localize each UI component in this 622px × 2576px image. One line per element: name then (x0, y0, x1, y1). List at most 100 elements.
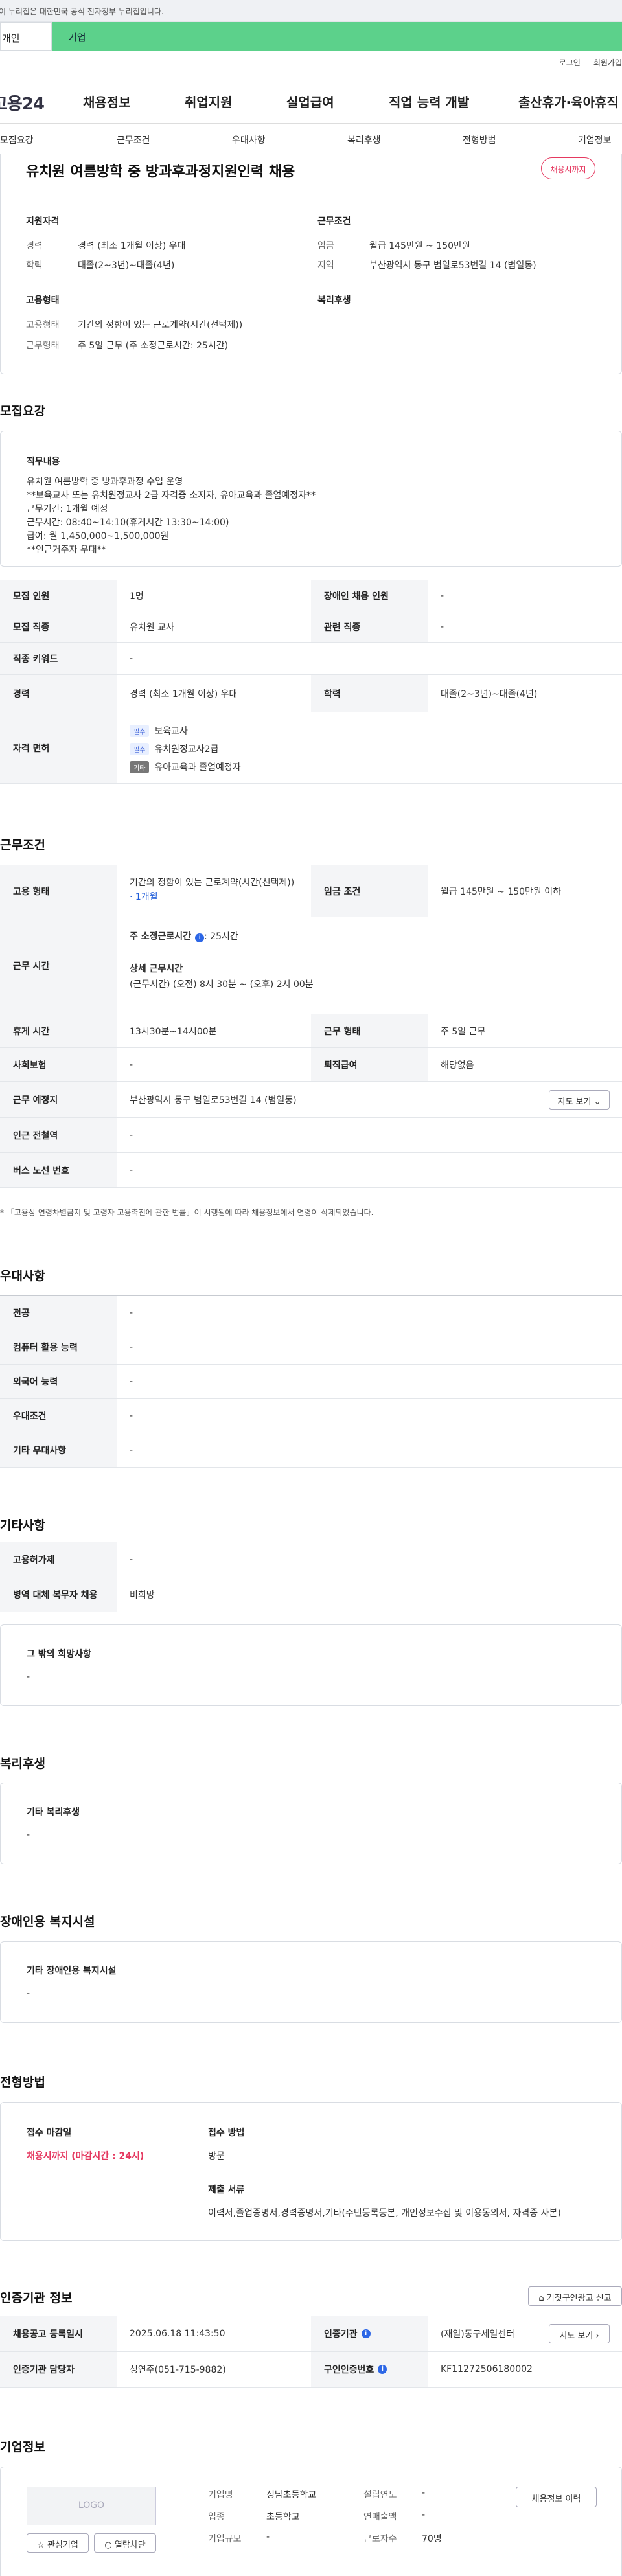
welfare-heading: 복리후생 (0, 1757, 45, 1771)
tab-preference[interactable]: 우대사항 (232, 133, 266, 146)
company-logo: LOGO (27, 2487, 156, 2525)
gnb-employment-support[interactable]: 취업지원 (185, 92, 233, 111)
recruit-heading: 모집요강 (0, 404, 45, 418)
map-button[interactable]: 지도 보기 ⌄ (549, 1090, 610, 1110)
sales-key: 연매출액 (363, 2512, 397, 2522)
screening-heading: 전형방법 (0, 2075, 45, 2090)
signup-link[interactable]: 회원가입 (593, 58, 622, 67)
sales-value: - (422, 2510, 426, 2520)
login-link[interactable]: 로그인 (559, 58, 581, 67)
table-row: 사회보험 - 퇴직급여 해당없음 (0, 1048, 622, 1082)
info-icon[interactable]: i (361, 2329, 371, 2338)
no-value: KF11272506180002 (441, 2364, 533, 2375)
disability-value: - (27, 1989, 30, 1999)
license-name: 유아교육과 졸업예정자 (154, 762, 241, 773)
disability-title: 기타 장애인용 복지시설 (27, 1966, 117, 1976)
license-tag: 필수 (130, 743, 150, 755)
tab-personal[interactable]: 개인 (0, 22, 52, 51)
gnb-parental-leave[interactable]: 출산휴가·육아휴직 (518, 92, 619, 111)
home-icon: ⌂ (538, 2294, 544, 2303)
star-icon: ☆ (37, 2540, 45, 2550)
company-card: LOGO ☆ 관심기업 ○ 열람차단 기업명 성남초등학교 설립연도 - 업종 … (0, 2467, 622, 2576)
table-row: 모집 인원 1명 장애인 채용 인원 - (0, 580, 622, 611)
gnb-vocational-training[interactable]: 직업 능력 개발 (389, 92, 469, 111)
career-value: 경력 (최소 1개월 이상) 우대 (78, 241, 186, 251)
license-list: 필수 보육교사 필수 유치원정교사2급 기타 유아교육과 졸업예정자 (117, 712, 622, 783)
org-map-button[interactable]: 지도 보기 › (549, 2324, 610, 2343)
method-title: 접수 방법 (208, 2128, 245, 2138)
bus-value: - (130, 1165, 133, 1176)
gnb-jobs[interactable]: 채용정보 (83, 92, 131, 111)
etc-value: 비희망 (130, 1590, 155, 1601)
wage-value: 월급 145만원 ~ 150만원 이하 (441, 886, 562, 897)
history-button[interactable]: 채용정보 이력 (516, 2487, 597, 2507)
year-key: 설립연도 (363, 2490, 397, 2500)
user-type-tabs: 개인 기업 (0, 22, 622, 51)
report-button-label: 거짓구인광고 신고 (546, 2294, 612, 2303)
deadline-title: 접수 마감일 (27, 2128, 72, 2138)
welfare-title: 복리후생 (317, 295, 351, 306)
recruit-table: 모집 인원 1명 장애인 채용 인원 - 모집 직종 유치원 교사 관련 직종 … (0, 580, 622, 787)
welfare-card: 기타 복리후생 - (0, 1783, 622, 1864)
table-row: 채용공고 등록일시 2025.06.18 11:43:50 인증기관 i (재일)… (0, 2316, 622, 2352)
detail-value: (근무시간) (오전) 8시 30분 ~ (오후) 2시 00분 (130, 979, 314, 990)
etc-key: 고용허가제 (0, 1542, 117, 1577)
headcount-key: 모집 인원 (0, 580, 117, 611)
docs-value: 이력서,졸업증명서,경력증명서,기타(주민등록등본, 개인정보수집 및 이용동의… (208, 2208, 561, 2218)
section-tabs: 모집요강 근무조건 우대사항 복리후생 전형방법 기업정보 (0, 123, 622, 154)
name-value: 성남초등학교 (266, 2490, 317, 2500)
deadline-value: 채용시까지 (마감시간 : 24시) (27, 2151, 144, 2161)
reg-key: 채용공고 등록일시 (0, 2316, 117, 2351)
table-row: 자격 면허 필수 보육교사 필수 유치원정교사2급 기타 유아교육과 졸업예정자 (0, 712, 622, 784)
license-tag: 필수 (130, 725, 150, 737)
tab-company[interactable]: 기업 (52, 22, 622, 51)
main-nav: 고용24 채용정보 취업지원 실업급여 직업 능력 개발 출산휴가·육아휴직 (0, 78, 622, 123)
screening-card: 접수 마감일 채용시까지 (마감시간 : 24시) 접수 방법 방문 제출 서류… (0, 2102, 622, 2241)
table-row: 전공 - (0, 1296, 622, 1330)
report-button[interactable]: ⌂ 거짓구인광고 신고 (528, 2286, 622, 2306)
prefer-key: 우대조건 (0, 1399, 117, 1433)
tab-recruit[interactable]: 모집요강 (0, 133, 34, 146)
keyword-value: - (130, 653, 133, 664)
career-value: 경력 (최소 1개월 이상) 우대 (130, 689, 238, 700)
other-card: 그 밖의 희망사항 - (0, 1624, 622, 1706)
related-key: 관련 직종 (311, 611, 428, 642)
map-button-label: 지도 보기 (557, 1097, 592, 1107)
etc-heading: 기타사항 (0, 1518, 45, 1533)
keyword-key: 직종 키워드 (0, 643, 117, 674)
chevron-right-icon: › (595, 2331, 599, 2341)
prefer-value: - (130, 1308, 133, 1318)
table-row: 고용허가제 - (0, 1542, 622, 1577)
tab-welfare[interactable]: 복리후생 (347, 133, 381, 146)
form-value: 주 5일 근무 (441, 1026, 486, 1037)
block-button[interactable]: ○ 열람차단 (94, 2533, 156, 2553)
disabled-value: - (441, 590, 444, 601)
size-key: 기업규모 (208, 2534, 242, 2544)
tab-company[interactable]: 기업정보 (578, 133, 612, 146)
prefer-key: 기타 우대사항 (0, 1433, 117, 1467)
workform-value: 주 5일 근무 (주 소정근로시간: 25시간) (78, 341, 229, 351)
gnb-unemployment-benefit[interactable]: 실업급여 (286, 92, 334, 111)
prefer-value: - (130, 1411, 133, 1421)
subway-key: 인근 전철역 (0, 1118, 117, 1152)
list-item: 필수 유치원정교사2급 (130, 742, 622, 755)
favorite-button[interactable]: ☆ 관심기업 (27, 2533, 89, 2553)
bus-key: 버스 노선 번호 (0, 1153, 117, 1187)
mgr-value: 성연주(051-715-9882) (130, 2365, 226, 2375)
break-value: 13시30분~14시00분 (130, 1026, 217, 1037)
info-icon[interactable]: i (378, 2365, 387, 2374)
gov-banner: 이 누리집은 대한민국 공식 전자정부 누리집입니다. (0, 0, 622, 22)
emptype-key: 고용 형태 (0, 865, 117, 917)
wage-key: 임금 (317, 241, 334, 251)
org-map-button-label: 지도 보기 (559, 2331, 593, 2341)
place-key: 근무 예정지 (0, 1082, 117, 1117)
table-row: 기타 우대사항 - (0, 1433, 622, 1468)
mgr-key: 인증기관 담당자 (0, 2352, 117, 2387)
site-logo[interactable]: 고용24 (0, 91, 45, 115)
tab-conditions[interactable]: 근무조건 (117, 133, 150, 146)
license-name: 유치원정교사2급 (154, 744, 219, 755)
tab-screening[interactable]: 전형방법 (463, 133, 496, 146)
duty-text: 유치원 여름방학 중 방과후과정 수업 운영 **보육교사 또는 유치원정교사 … (27, 477, 316, 555)
welfare-value: - (27, 1830, 30, 1840)
info-icon[interactable]: i (195, 933, 205, 942)
